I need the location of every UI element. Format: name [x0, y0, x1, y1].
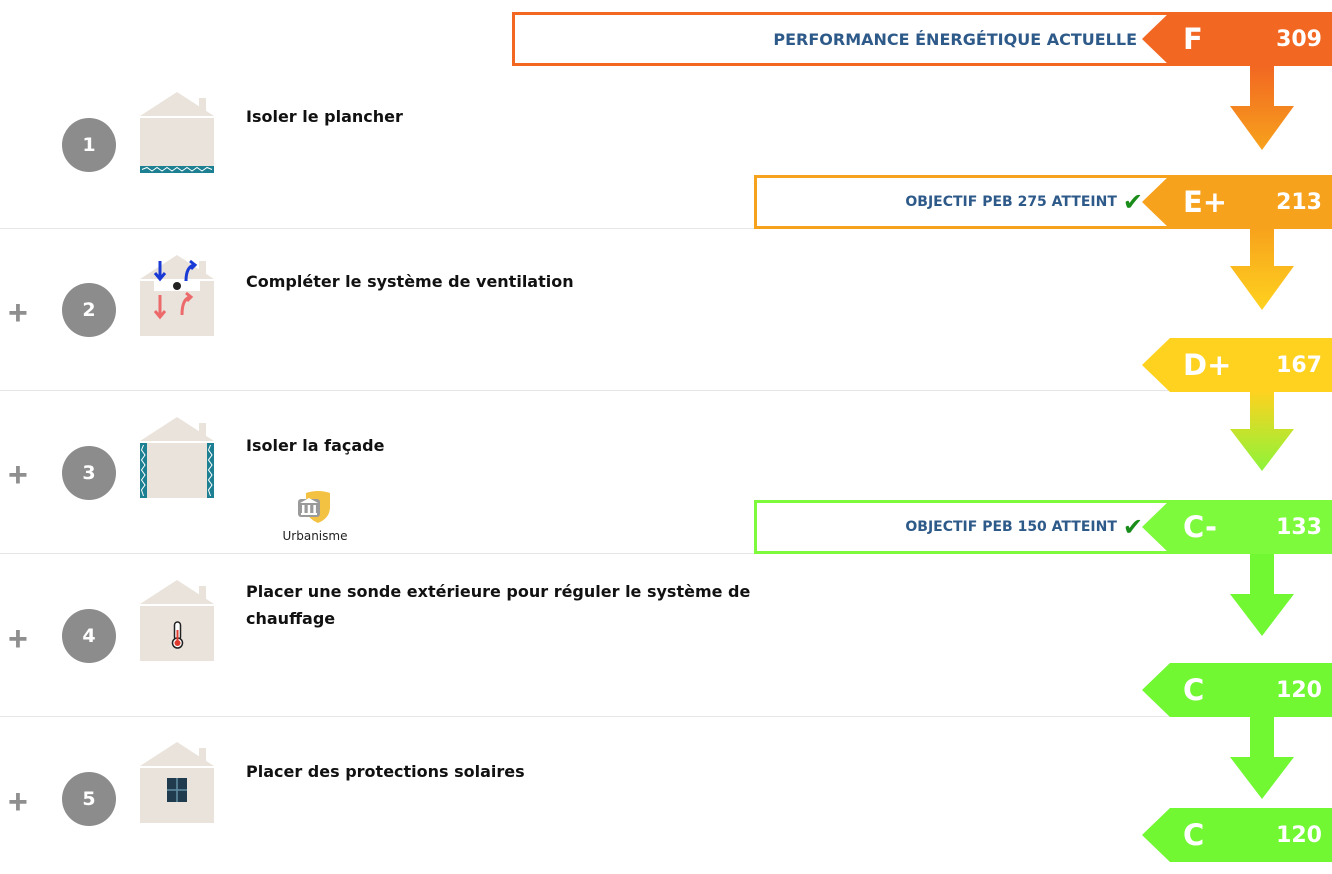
result-letter: C [1183, 673, 1205, 707]
step-number: 5 [62, 772, 116, 826]
arrow-down-icon [1230, 554, 1294, 636]
result-value: 133 [1276, 514, 1322, 540]
result-badge: C 120 [1142, 663, 1332, 717]
house-facade-insulation-icon [140, 417, 214, 498]
row-divider [0, 716, 1332, 717]
step-number: 2 [62, 283, 116, 337]
arrow-down-icon [1230, 391, 1294, 471]
current-performance-box: PERFORMANCE ÉNERGÉTIQUE ACTUELLE [512, 12, 1202, 66]
objective-label: OBJECTIF PEB 275 ATTEINT [905, 194, 1117, 210]
arrow-down-icon [1230, 228, 1294, 310]
result-value: 120 [1276, 822, 1322, 848]
house-floor-insulation-icon [140, 92, 214, 173]
arrow-down-icon [1230, 66, 1294, 150]
current-performance-label: PERFORMANCE ÉNERGÉTIQUE ACTUELLE [773, 29, 1137, 49]
house-thermometer-icon [140, 580, 214, 661]
result-value: 120 [1276, 677, 1322, 703]
arrow-down-icon [1230, 717, 1294, 799]
result-badge: D+ 167 [1142, 338, 1332, 392]
checkmark-icon: ✔ [1122, 188, 1143, 216]
result-value: 167 [1276, 352, 1322, 378]
result-value: 213 [1276, 189, 1322, 215]
objective-box: OBJECTIF PEB 275 ATTEINT ✔ [754, 175, 1198, 229]
house-ventilation-icon [140, 255, 214, 336]
result-letter: C- [1183, 510, 1217, 544]
step-title: Isoler la façade [246, 436, 385, 455]
result-letter: E+ [1183, 185, 1228, 219]
plus-icon: + [8, 456, 28, 494]
result-badge: C 120 [1142, 808, 1332, 862]
result-badge: C- 133 [1142, 500, 1332, 554]
objective-box: OBJECTIF PEB 150 ATTEINT ✔ [754, 500, 1198, 554]
plus-icon: + [8, 620, 28, 658]
urbanisme-tag[interactable]: Urbanisme [270, 487, 360, 543]
plus-icon: + [8, 294, 28, 332]
row-divider [0, 390, 1332, 391]
current-letter: F [1183, 22, 1203, 56]
step-title: Isoler le plancher [246, 107, 403, 126]
step-title: Compléter le système de ventilation [246, 272, 574, 291]
house-window-icon [140, 742, 214, 823]
checkmark-icon: ✔ [1122, 513, 1143, 541]
step-number: 1 [62, 118, 116, 172]
urbanisme-shield-icon [298, 491, 330, 523]
result-letter: C [1183, 818, 1205, 852]
objective-label: OBJECTIF PEB 150 ATTEINT [905, 519, 1117, 535]
current-value: 309 [1276, 26, 1322, 52]
step-title: Placer une sonde extérieure pour réguler… [246, 582, 751, 628]
step-number: 3 [62, 446, 116, 500]
step-title: Placer des protections solaires [246, 762, 525, 781]
step-number: 4 [62, 609, 116, 663]
plus-icon: + [8, 783, 28, 821]
result-letter: D+ [1183, 348, 1232, 382]
result-badge: E+ 213 [1142, 175, 1332, 229]
urbanisme-label: Urbanisme [282, 529, 348, 543]
current-badge: F 309 [1142, 12, 1332, 66]
